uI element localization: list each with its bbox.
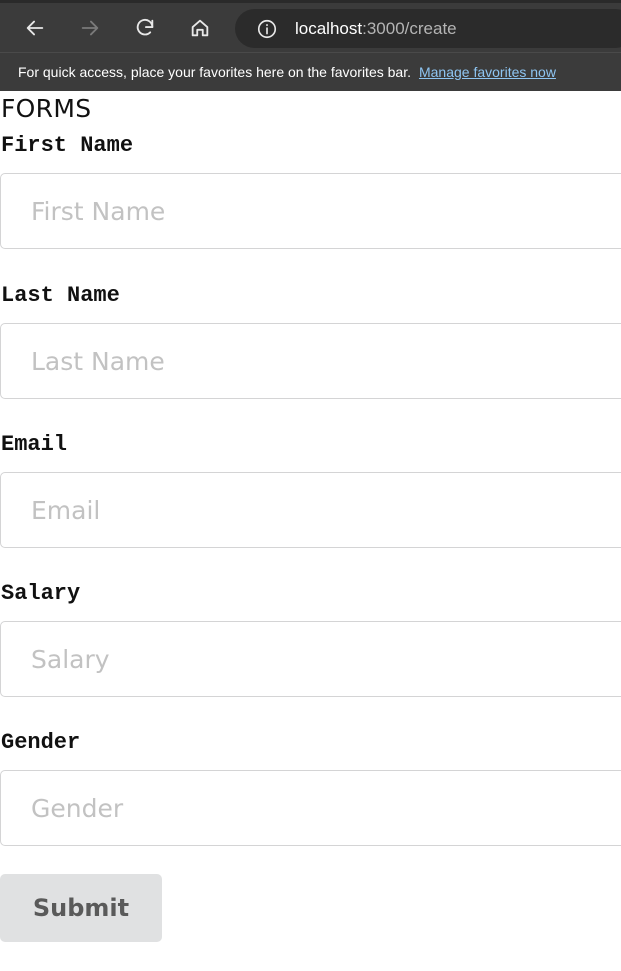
info-icon[interactable] bbox=[256, 18, 278, 40]
first-name-input[interactable] bbox=[0, 173, 621, 249]
arrow-left-icon bbox=[26, 20, 44, 36]
gender-input[interactable] bbox=[0, 770, 621, 846]
home-icon bbox=[191, 19, 209, 37]
home-button[interactable] bbox=[184, 12, 216, 44]
url-text[interactable]: localhost:3000/create bbox=[295, 19, 457, 39]
browser-toolbar: localhost:3000/create bbox=[0, 0, 621, 52]
submit-button[interactable]: Submit bbox=[0, 874, 162, 942]
salary-label: Salary bbox=[1, 581, 81, 606]
page-title: FORMS bbox=[1, 94, 92, 123]
last-name-label: Last Name bbox=[1, 283, 120, 308]
email-label: Email bbox=[1, 432, 68, 457]
first-name-label: First Name bbox=[1, 133, 134, 158]
refresh-icon bbox=[136, 18, 154, 36]
email-input[interactable] bbox=[0, 472, 621, 548]
last-name-input[interactable] bbox=[0, 323, 621, 399]
arrow-right-icon bbox=[81, 20, 99, 36]
favorites-bar: For quick access, place your favorites h… bbox=[0, 52, 621, 91]
forward-button[interactable] bbox=[74, 12, 106, 44]
url-path: :3000/create bbox=[362, 18, 457, 38]
favorites-message: For quick access, place your favorites h… bbox=[18, 64, 411, 80]
salary-input[interactable] bbox=[0, 621, 621, 697]
address-bar[interactable]: localhost:3000/create bbox=[235, 9, 621, 48]
refresh-button[interactable] bbox=[129, 12, 161, 44]
gender-label: Gender bbox=[1, 730, 81, 755]
back-button[interactable] bbox=[19, 12, 51, 44]
url-host: localhost bbox=[295, 18, 363, 38]
manage-favorites-link[interactable]: Manage favorites now bbox=[419, 64, 556, 80]
